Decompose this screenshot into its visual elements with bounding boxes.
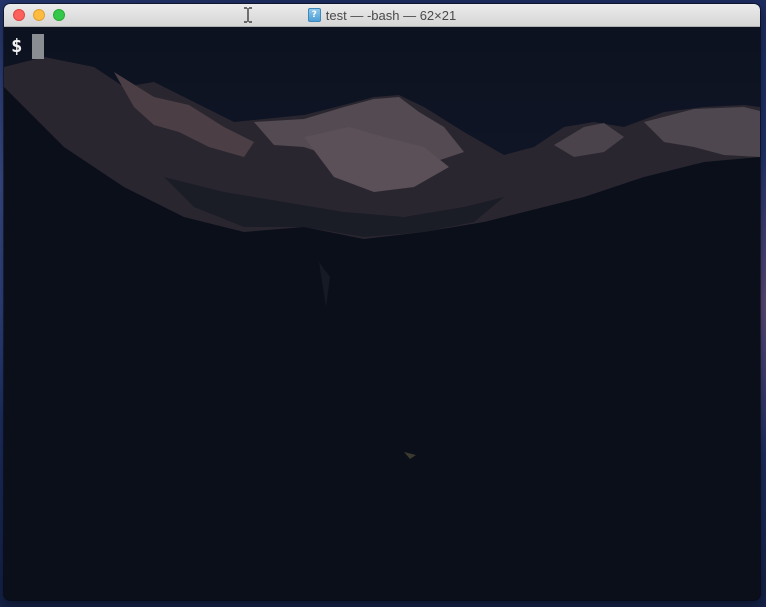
- terminal-window[interactable]: ? test — -bash — 62×21 $: [4, 4, 760, 600]
- title-bar[interactable]: ? test — -bash — 62×21: [4, 4, 760, 27]
- block-cursor: [32, 33, 45, 59]
- text-cursor-icon: [244, 7, 252, 23]
- prompt-line[interactable]: $: [11, 33, 45, 59]
- background-mountain-image: [4, 27, 760, 600]
- terminal-document-icon: ?: [307, 8, 321, 22]
- window-title: ? test — -bash — 62×21: [4, 4, 760, 26]
- window-title-text: test — -bash — 62×21: [325, 7, 457, 23]
- terminal-content-area[interactable]: $: [4, 27, 760, 600]
- shell-prompt: $: [11, 35, 23, 57]
